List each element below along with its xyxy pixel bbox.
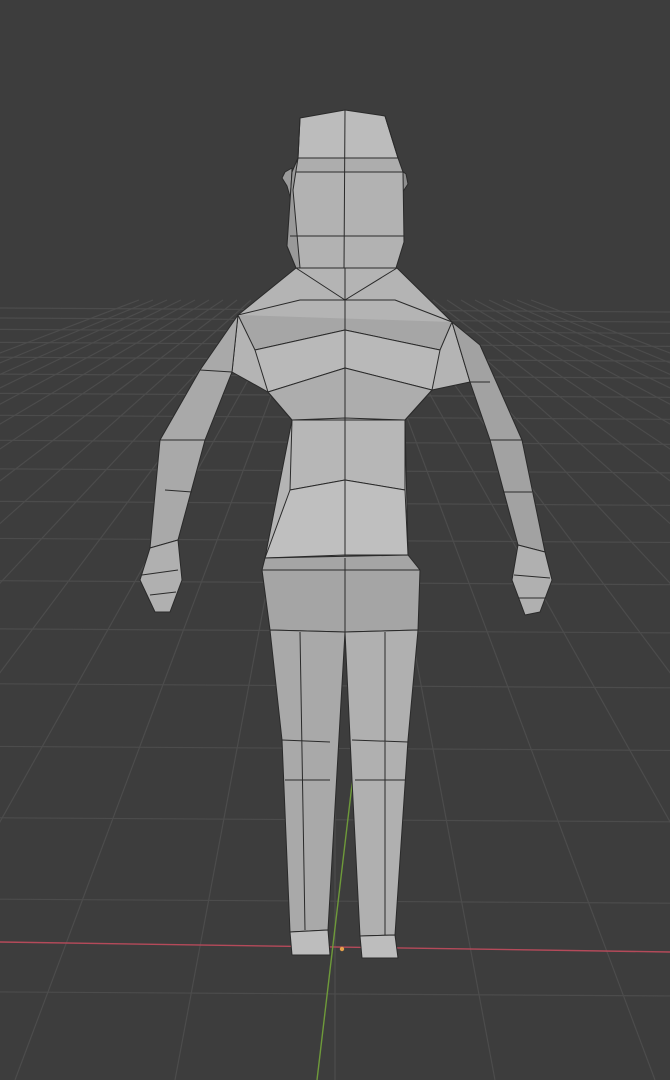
torso-mesh (231, 267, 471, 559)
grid-line (530, 299, 670, 354)
grid-line (488, 299, 670, 389)
grid-line (390, 299, 670, 674)
3d-viewport[interactable] (0, 0, 670, 1080)
pelvis-mesh (261, 554, 421, 633)
world-origin (339, 946, 345, 952)
grid-line (376, 299, 670, 824)
grid-line (0, 299, 196, 405)
grid-line (516, 299, 670, 364)
grid-line (0, 299, 140, 354)
right-leg-mesh (344, 629, 419, 959)
right-arm-mesh (451, 321, 553, 616)
viewport-canvas[interactable] (0, 0, 670, 1080)
head-mesh (281, 109, 409, 271)
left-arm-mesh (139, 314, 239, 613)
grid-line (0, 299, 154, 364)
grid-line (432, 299, 670, 482)
grid-line (446, 299, 670, 450)
grid-line (0, 299, 182, 389)
grid-line (404, 299, 670, 585)
grid-line (418, 299, 670, 525)
left-leg-mesh (269, 629, 346, 956)
